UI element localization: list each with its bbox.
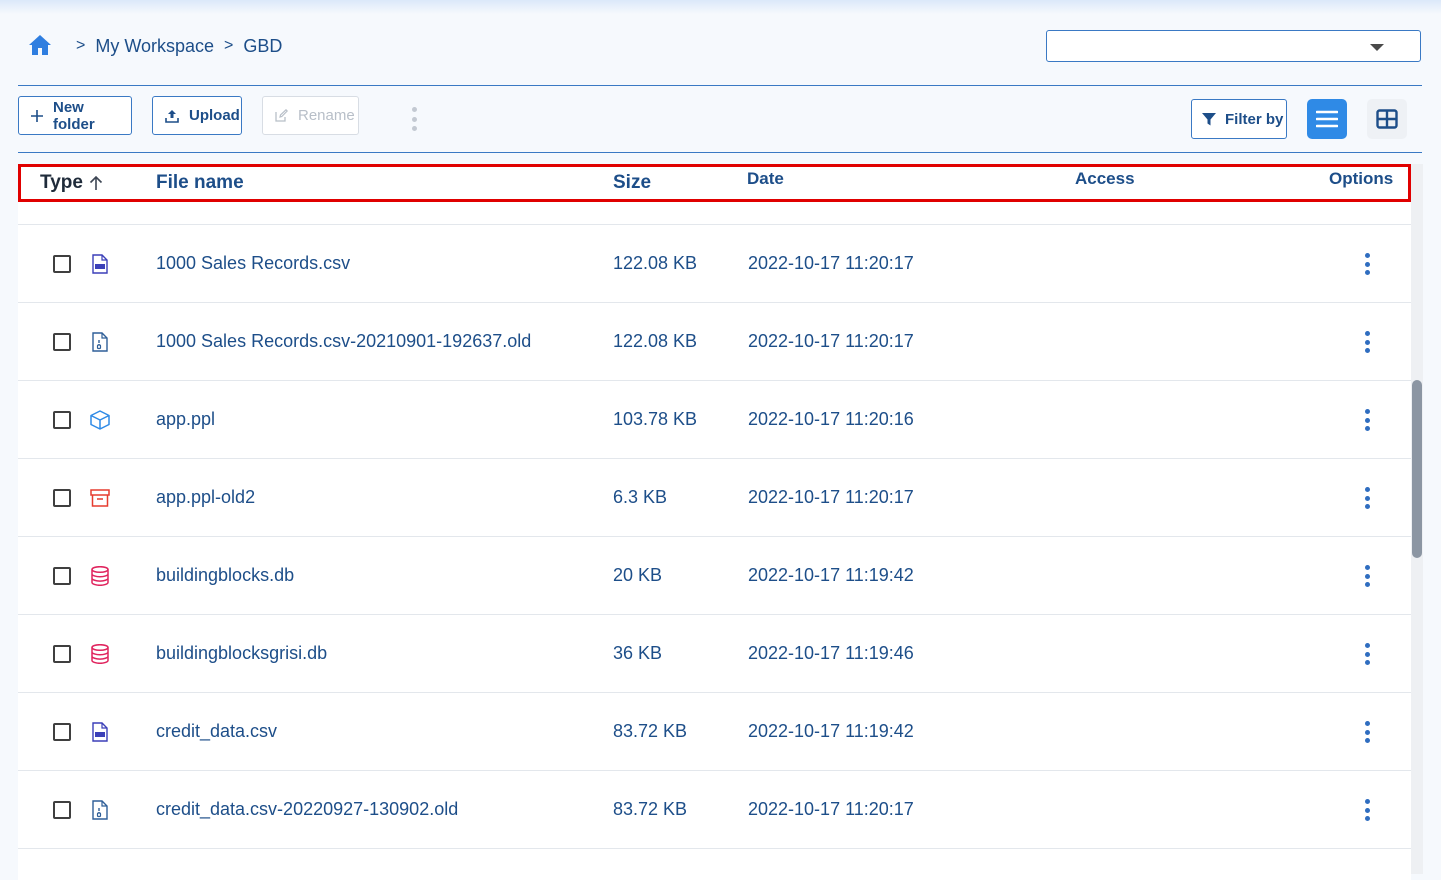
file-name[interactable]: buildingblocks.db: [156, 565, 294, 586]
rename-button[interactable]: Rename: [262, 96, 359, 135]
row-options-icon[interactable]: [1363, 487, 1371, 509]
file-size: 20 KB: [613, 565, 662, 586]
column-header-date[interactable]: Date: [747, 164, 784, 195]
file-date: 2022-10-17 11:19:42: [748, 721, 914, 742]
row-options-icon[interactable]: [1363, 799, 1371, 821]
file-table: Scenarios2022-10-17 11:20:161000 Sales R…: [18, 164, 1411, 880]
file-size: 6.3 KB: [613, 487, 667, 508]
file-name[interactable]: app.ppl-old2: [156, 487, 255, 508]
upload-button[interactable]: Upload: [152, 96, 242, 135]
file-date: 2022-10-17 11:19:42: [748, 565, 914, 586]
package-cube-icon: [89, 409, 111, 431]
toolbar-divider: [18, 152, 1422, 153]
column-header-size[interactable]: Size: [613, 167, 651, 199]
column-header-type[interactable]: Type: [40, 167, 103, 199]
more-actions-icon[interactable]: [410, 107, 418, 131]
scrollbar-thumb[interactable]: [1412, 380, 1422, 558]
file-size: 122.08 KB: [613, 331, 697, 352]
column-header-access[interactable]: Access: [1075, 164, 1135, 195]
table-row[interactable]: buildingblocksgrisi.db 36 KB 2022-10-17 11…: [18, 615, 1411, 693]
row-checkbox[interactable]: [53, 411, 71, 429]
row-checkbox[interactable]: [53, 645, 71, 663]
file-name[interactable]: 1000 Sales Records.csv-20210901-192637.o…: [156, 331, 531, 352]
archive-box-icon: [89, 487, 111, 509]
file-size: 83.72 KB: [613, 721, 687, 742]
upload-label: Upload: [189, 107, 240, 124]
grid-icon: [1376, 109, 1398, 129]
table-row[interactable]: app.ppl-old2 6.3 KB 2022-10-17 11:20:17: [18, 459, 1411, 537]
filter-by-label: Filter by: [1225, 111, 1283, 128]
home-icon[interactable]: [28, 34, 54, 58]
row-options-icon[interactable]: [1363, 565, 1371, 587]
table-header: Type File name Size Date Access Options: [18, 164, 1411, 202]
breadcrumb-separator: >: [224, 37, 233, 55]
file-size: 36 KB: [613, 643, 662, 664]
file-name[interactable]: credit_data.csv: [156, 721, 277, 742]
csv-file-icon: [89, 253, 111, 275]
row-options-icon[interactable]: [1363, 331, 1371, 353]
breadcrumb: > My Workspace > GBD: [28, 34, 282, 58]
column-header-options: Options: [1329, 164, 1393, 195]
file-date: 2022-10-17 11:20:17: [748, 799, 914, 820]
file-name[interactable]: 1000 Sales Records.csv: [156, 253, 350, 274]
plus-icon: [31, 110, 43, 122]
row-options-icon[interactable]: [1363, 409, 1371, 431]
database-icon: [89, 643, 111, 665]
grid-view-button[interactable]: [1367, 99, 1407, 139]
row-checkbox[interactable]: [53, 489, 71, 507]
csv-file-icon: [89, 721, 111, 743]
row-checkbox[interactable]: [53, 801, 71, 819]
file-size: 83.72 KB: [613, 799, 687, 820]
edit-icon: [275, 109, 288, 122]
rename-label: Rename: [298, 107, 355, 124]
file-date: 2022-10-17 11:19:46: [748, 643, 914, 664]
header-divider: [18, 85, 1422, 86]
table-row[interactable]: 1000 Sales Records.csv 122.08 KB 2022-10-1…: [18, 225, 1411, 303]
table-row[interactable]: credit_data.csv-20220927-130902.old 83.72…: [18, 771, 1411, 849]
file-name[interactable]: app.ppl: [156, 409, 215, 430]
row-checkbox[interactable]: [53, 255, 71, 273]
database-icon: [89, 565, 111, 587]
file-size: 122.08 KB: [613, 253, 697, 274]
row-checkbox[interactable]: [53, 567, 71, 585]
row-options-icon[interactable]: [1363, 643, 1371, 665]
chevron-down-icon: [1370, 44, 1384, 51]
file-date: 2022-10-17 11:20:16: [748, 409, 914, 430]
file-name[interactable]: buildingblocksgrisi.db: [156, 643, 327, 664]
page-header: > My Workspace > GBD: [0, 0, 1441, 86]
breadcrumb-separator: >: [76, 37, 85, 55]
table-row[interactable]: buildingblocks.db 20 KB 2022-10-17 11:19:4…: [18, 537, 1411, 615]
breadcrumb-workspace[interactable]: My Workspace: [95, 36, 214, 57]
archive-file-icon: [89, 799, 111, 821]
row-checkbox[interactable]: [53, 333, 71, 351]
sort-ascending-icon: [89, 175, 103, 191]
workspace-select[interactable]: [1046, 30, 1421, 62]
column-header-file-name[interactable]: File name: [156, 167, 244, 199]
list-view-button[interactable]: [1307, 99, 1347, 139]
row-options-icon[interactable]: [1363, 721, 1371, 743]
column-header-type-label: Type: [40, 165, 83, 201]
file-size: 103.78 KB: [613, 409, 697, 430]
row-options-icon[interactable]: [1363, 253, 1371, 275]
filter-by-button[interactable]: Filter by: [1191, 99, 1287, 139]
list-icon: [1316, 110, 1338, 128]
file-date: 2022-10-17 11:20:17: [748, 487, 914, 508]
table-row[interactable]: app.ppl 103.78 KB 2022-10-17 11:20:16: [18, 381, 1411, 459]
filter-funnel-icon: [1202, 113, 1216, 126]
row-checkbox[interactable]: [53, 723, 71, 741]
breadcrumb-current[interactable]: GBD: [243, 36, 282, 57]
upload-icon: [165, 109, 179, 123]
table-row[interactable]: credit_data.csv 83.72 KB 2022-10-17 11:19:…: [18, 693, 1411, 771]
new-folder-button[interactable]: New folder: [18, 96, 132, 135]
table-row[interactable]: 1000 Sales Records.csv-20210901-192637.o…: [18, 303, 1411, 381]
file-name[interactable]: credit_data.csv-20220927-130902.old: [156, 799, 458, 820]
archive-file-icon: [89, 331, 111, 353]
file-date: 2022-10-17 11:20:17: [748, 253, 914, 274]
file-date: 2022-10-17 11:20:17: [748, 331, 914, 352]
new-folder-label: New folder: [53, 99, 119, 133]
